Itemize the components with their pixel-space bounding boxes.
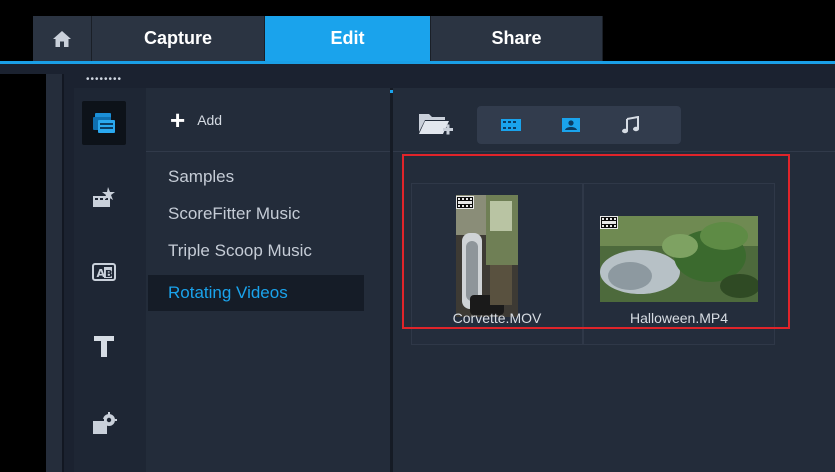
home-icon <box>53 30 71 47</box>
show-photos-button[interactable] <box>541 106 601 144</box>
media-content-panel: Corvette.MOV Halloween.MP4 <box>393 88 835 472</box>
library-sidebar: A B <box>74 88 146 472</box>
tab-capture[interactable]: Capture <box>92 16 265 61</box>
titles-button[interactable]: A B <box>82 250 126 294</box>
video-type-icon <box>600 216 618 229</box>
show-videos-button[interactable] <box>481 106 541 144</box>
filters-button[interactable] <box>82 402 126 446</box>
edit-workspace: •••••••• A B + Add Samples ScoreFitter M… <box>0 64 835 472</box>
drag-handle-icon[interactable]: •••••••• <box>86 75 122 85</box>
media-toolbar <box>393 88 835 152</box>
video-thumbnail-image <box>456 195 518 317</box>
library-item-samples[interactable]: Samples <box>148 159 364 195</box>
audio-filter-icon <box>622 116 639 134</box>
media-filename: Halloween.MP4 <box>629 310 729 326</box>
text-icon <box>94 336 114 357</box>
top-navigation-bar: Capture Edit Share <box>0 0 835 64</box>
show-audio-button[interactable] <box>601 106 661 144</box>
library-folder-panel: + Add Samples ScoreFitter Music Triple S… <box>146 88 390 472</box>
tab-edit[interactable]: Edit <box>265 16 431 61</box>
titles-icon: A B <box>92 263 116 281</box>
library-item-rotating-videos[interactable]: Rotating Videos <box>148 275 364 311</box>
video-type-icon <box>456 196 474 209</box>
library-item-triple-scoop[interactable]: Triple Scoop Music <box>148 233 364 269</box>
transitions-icon <box>93 187 115 207</box>
library-item-scorefitter[interactable]: ScoreFitter Music <box>148 196 364 232</box>
photo-filter-icon <box>562 118 580 132</box>
panel-divider-line <box>62 74 64 472</box>
media-filter-group <box>477 106 681 144</box>
import-folder-icon[interactable] <box>417 108 457 140</box>
media-button[interactable] <box>82 101 126 145</box>
transitions-button[interactable] <box>82 176 126 220</box>
plus-icon: + <box>170 104 186 135</box>
svg-text:B: B <box>105 269 113 280</box>
tab-home[interactable] <box>33 16 92 61</box>
preview-area-edge <box>0 74 46 472</box>
video-filter-icon <box>501 119 521 131</box>
media-filename: Corvette.MOV <box>452 310 542 326</box>
media-thumbnail-corvette[interactable]: Corvette.MOV <box>411 183 583 345</box>
text-button[interactable] <box>82 324 126 368</box>
filters-icon <box>93 412 117 434</box>
tab-share[interactable]: Share <box>431 16 603 61</box>
media-library-icon <box>93 113 115 133</box>
media-thumbnail-halloween[interactable]: Halloween.MP4 <box>583 183 775 345</box>
add-label: Add <box>197 111 223 128</box>
add-folder-button[interactable]: + Add <box>146 88 390 152</box>
video-thumbnail-image <box>600 216 758 302</box>
